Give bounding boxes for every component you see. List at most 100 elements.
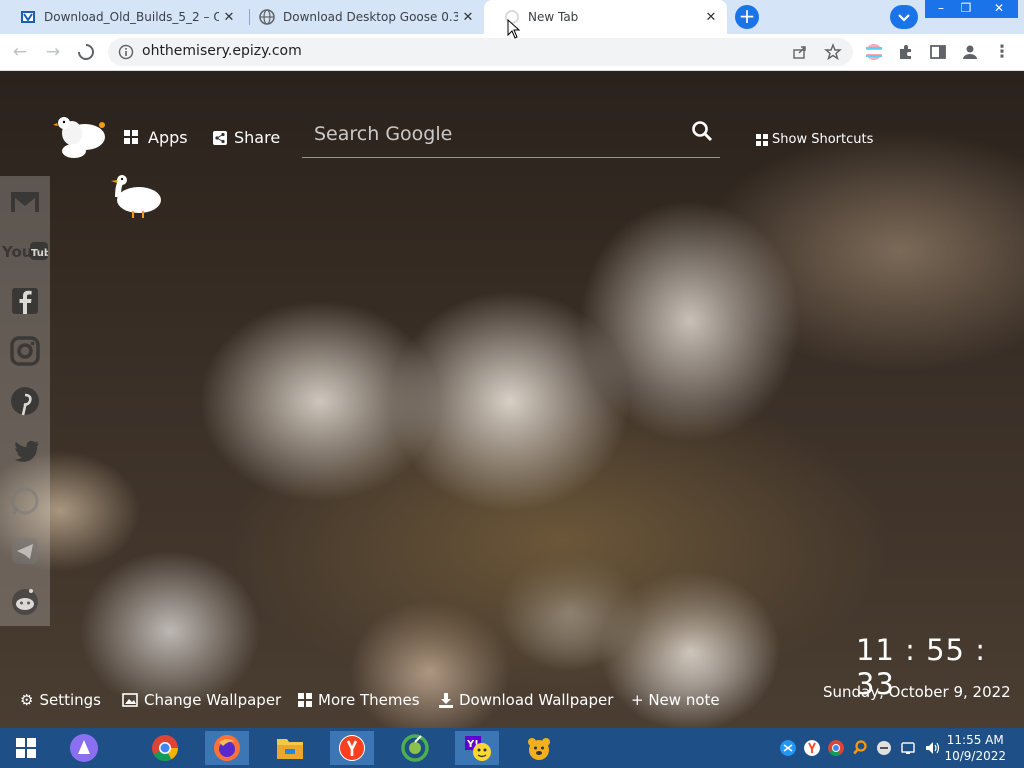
gear-icon: ⚙ (20, 691, 34, 709)
back-icon[interactable]: ← (8, 40, 32, 64)
social-sidebar: YouTube (0, 176, 50, 626)
new-note-link[interactable]: + New note (631, 691, 720, 709)
bookmark-star-icon[interactable] (824, 43, 842, 61)
settings-label: Settings (39, 691, 101, 709)
youtube-icon[interactable]: YouTube (2, 234, 48, 268)
taskbar-yahoo[interactable]: Y! (455, 731, 499, 765)
info-icon[interactable] (118, 44, 134, 60)
change-wallpaper-label: Change Wallpaper (144, 691, 282, 709)
extension-flag-icon[interactable] (862, 40, 886, 64)
browser-toolbar: ← → ohthemisery.epizy.com ⋮ (0, 34, 1024, 71)
tray-yandex-icon[interactable] (804, 740, 820, 756)
search-input[interactable] (312, 119, 676, 149)
grid-icon (756, 133, 768, 146)
reddit-icon[interactable] (8, 584, 42, 618)
apps-link[interactable]: Apps (124, 128, 188, 147)
start-button[interactable] (4, 731, 48, 765)
green-app-icon (401, 734, 429, 762)
url-text[interactable]: ohthemisery.epizy.com (142, 43, 302, 59)
yandex-icon (339, 735, 365, 761)
profile-icon[interactable] (958, 40, 982, 64)
chevron-down-icon (898, 14, 910, 22)
download-icon (439, 692, 453, 708)
taskbar-time: 11:55 AM (946, 733, 1004, 747)
more-themes-link[interactable]: More Themes (298, 691, 420, 709)
svg-text:Tube: Tube (31, 248, 48, 259)
chrome-icon (152, 735, 179, 762)
svg-text:You: You (2, 243, 32, 261)
taskbar-app-green[interactable] (393, 731, 437, 765)
bear-icon (528, 738, 550, 760)
firefox-icon (214, 735, 240, 761)
assistant-icon (70, 734, 98, 762)
folder-icon (277, 739, 303, 759)
forward-icon[interactable]: → (41, 40, 65, 64)
tray-chrome-icon[interactable] (828, 740, 844, 756)
extensions-puzzle-icon[interactable] (894, 40, 918, 64)
taskbar-date: 10/9/2022 (944, 749, 1006, 763)
taskbar-yandex[interactable] (330, 731, 374, 765)
taskbar-chrome[interactable] (143, 731, 187, 765)
tray-volume-icon[interactable] (924, 740, 940, 756)
yahoo-icon: Y! (465, 736, 491, 761)
tab-oracle-builds[interactable]: Download_Old_Builds_5_2 – Orac ✕ (0, 0, 245, 34)
taskbar-firefox[interactable] (205, 731, 249, 765)
share-square-icon (213, 130, 227, 145)
facebook-icon[interactable] (8, 284, 42, 318)
apps-grid-icon (124, 130, 138, 144)
stop-loading-icon[interactable] (74, 40, 98, 64)
new-tab-page: Apps Share Show Shortcuts YouTube (0, 71, 1024, 728)
side-panel-icon[interactable] (926, 40, 950, 64)
virtualbox-icon (21, 11, 35, 23)
tab-title: Download Desktop Goose 0.3 - f (283, 10, 458, 24)
restore-button[interactable]: ❒ (950, 0, 982, 18)
taskbar-cortana[interactable] (62, 731, 106, 765)
grid-icon (298, 693, 312, 707)
share-icon[interactable] (792, 44, 808, 60)
search-icon[interactable] (691, 120, 713, 142)
change-wallpaper-link[interactable]: Change Wallpaper (122, 691, 281, 709)
show-shortcuts-label: Show Shortcuts (772, 132, 874, 147)
share-link[interactable]: Share (213, 128, 280, 147)
download-wallpaper-label: Download Wallpaper (459, 691, 614, 709)
whatsapp-icon[interactable] (8, 484, 42, 518)
mouse-cursor-icon (507, 19, 521, 39)
tab-search-button[interactable] (890, 5, 918, 29)
tab-close-icon[interactable]: ✕ (701, 10, 721, 25)
menu-kebab-icon[interactable]: ⋮ (990, 40, 1014, 64)
tab-title: Download_Old_Builds_5_2 – Orac (44, 10, 219, 24)
twitter-icon[interactable] (8, 434, 42, 468)
taskbar-file-explorer[interactable] (268, 731, 312, 765)
tab-desktop-goose[interactable]: Download Desktop Goose 0.3 - f ✕ (239, 0, 484, 34)
tray-network-icon[interactable] (780, 740, 796, 756)
globe-icon (259, 9, 275, 25)
desktop-goose-icon (111, 175, 161, 218)
tab-title: New Tab (528, 10, 579, 24)
windows-taskbar: Y! 11:55 AM 10/9/2022 (0, 728, 1024, 768)
address-bar[interactable]: ohthemisery.epizy.com (108, 38, 853, 66)
taskbar-goose-app[interactable] (517, 731, 561, 765)
desktop-goose-icon (53, 117, 105, 158)
tray-search-icon[interactable] (852, 740, 868, 756)
instagram-icon[interactable] (8, 334, 42, 368)
tray-device-icon[interactable] (900, 740, 916, 756)
download-wallpaper-link[interactable]: Download Wallpaper (439, 691, 613, 709)
windows-logo-icon (16, 738, 36, 758)
pinterest-icon[interactable] (8, 384, 42, 418)
taskbar-clock[interactable]: 11:55 AM 10/9/2022 (944, 732, 1006, 764)
search-box (302, 111, 720, 158)
gmail-icon[interactable] (8, 184, 42, 218)
apps-label: Apps (148, 128, 188, 147)
image-icon (122, 693, 138, 707)
telegram-icon[interactable] (8, 534, 42, 568)
new-tab-button[interactable]: + (735, 5, 759, 29)
close-window-button[interactable]: ✕ (980, 0, 1018, 18)
tab-close-icon[interactable]: ✕ (219, 10, 239, 25)
more-themes-label: More Themes (318, 691, 420, 709)
tray-minus-icon[interactable] (876, 740, 892, 756)
date-display: Sunday, October 9, 2022 (823, 683, 1011, 701)
tab-close-icon[interactable]: ✕ (458, 10, 478, 25)
share-label: Share (234, 128, 281, 147)
show-shortcuts-button[interactable]: Show Shortcuts (756, 132, 873, 147)
settings-link[interactable]: ⚙ Settings (20, 691, 101, 709)
